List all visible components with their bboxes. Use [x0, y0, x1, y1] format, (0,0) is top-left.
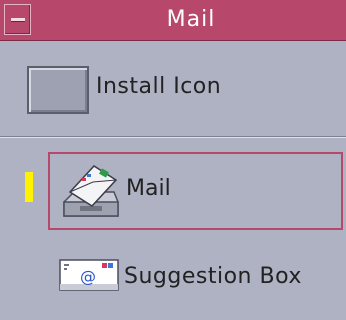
window-title: Mail: [166, 7, 216, 32]
mail-tray-icon: [63, 165, 119, 217]
install-icon-drop-zone[interactable]: Install Icon: [0, 62, 346, 120]
install-icon-box-icon[interactable]: [27, 66, 89, 114]
install-icon-label: Install Icon: [96, 74, 222, 99]
subpanel-item-mail-label: Mail: [126, 176, 171, 201]
subpanel-item-suggestion-box-label: Suggestion Box: [124, 264, 302, 289]
svg-text:@: @: [80, 267, 96, 286]
title-bar[interactable]: Mail: [0, 0, 346, 41]
subpanel-item-suggestion-box[interactable]: @ Suggestion Box: [0, 250, 346, 298]
divider: [0, 136, 346, 138]
minimize-bar-icon: [11, 18, 25, 22]
email-envelope-icon: @: [59, 259, 119, 291]
window-menu-button[interactable]: [4, 4, 31, 35]
running-indicator: [25, 172, 33, 202]
subpanel-item-mail[interactable]: Mail: [48, 152, 343, 230]
mail-subpanel-window: Mail Install Icon Mail @ Suggestion Box: [0, 0, 346, 320]
